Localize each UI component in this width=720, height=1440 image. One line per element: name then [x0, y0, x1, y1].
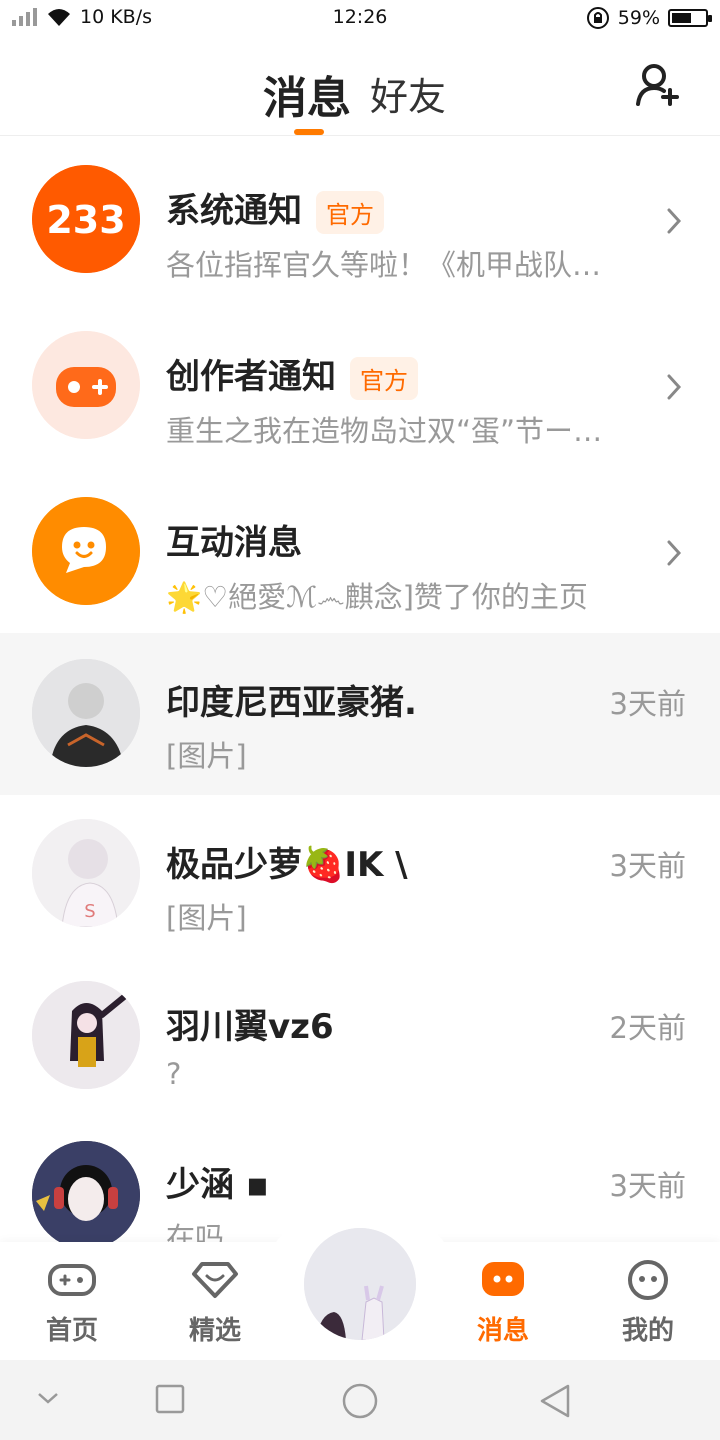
- nav-messages-label: 消息: [476, 1316, 529, 1346]
- item-preview: 重生之我在造物岛过双“蛋”节ー一…: [166, 414, 626, 448]
- contact-name: 印度尼西亚豪猪.: [166, 683, 417, 723]
- item-title-text: 创作者通知: [166, 357, 336, 397]
- tab-messages[interactable]: 消息: [263, 62, 351, 126]
- item-title: 互动消息: [166, 515, 302, 564]
- nav-featured[interactable]: 精选: [170, 1260, 260, 1347]
- conversation-row[interactable]: S 极品少萝🍓IK \ [图片] 3天前: [0, 795, 720, 957]
- item-preview: 🌟♡絕愛ℳ෴麒念]赞了你的主页: [166, 580, 588, 614]
- svg-text:S: S: [84, 901, 95, 922]
- system-nav-bar: [0, 1360, 720, 1440]
- item-title-text: 互动消息: [166, 523, 302, 563]
- logo-233-icon: 233: [32, 165, 140, 273]
- avatar[interactable]: [32, 659, 140, 767]
- message-preview: [图片]: [166, 901, 247, 935]
- nav-home[interactable]: 首页: [27, 1260, 117, 1347]
- battery-icon: [668, 9, 712, 27]
- tab-friends[interactable]: 好友: [370, 66, 446, 121]
- item-preview: 各位指挥官久等啦！《机甲战队…: [166, 248, 602, 282]
- nav-home-label: 首页: [45, 1316, 98, 1346]
- item-title-text: 系统通知: [166, 191, 302, 231]
- message-time: 3天前: [609, 1169, 686, 1203]
- contact-name: 羽川翼vz6: [166, 1007, 334, 1047]
- nav-featured-label: 精选: [188, 1316, 241, 1346]
- back-triangle-icon[interactable]: [538, 1382, 572, 1420]
- contact-name: 极品少萝🍓IK \: [166, 845, 408, 885]
- chevron-right-icon: [667, 540, 682, 566]
- status-bar: 10 KB/s 12:26 59%: [0, 0, 720, 38]
- chat-smile-icon: [32, 497, 140, 605]
- nav-mine-label: 我的: [621, 1316, 674, 1346]
- official-badge: 官方: [316, 191, 384, 234]
- message-preview: [图片]: [166, 739, 247, 773]
- contact-name: 少涵 ▪: [166, 1165, 269, 1205]
- svg-text:233: 233: [46, 198, 125, 242]
- message-time: 3天前: [609, 687, 686, 721]
- message-time: 3天前: [609, 849, 686, 883]
- official-badge: 官方: [350, 357, 418, 400]
- face-icon: [628, 1260, 668, 1300]
- header: 消息 好友: [0, 38, 720, 136]
- list-item-system-notice[interactable]: 233 系统通知 官方 各位指挥官久等啦！《机甲战队…: [0, 137, 720, 299]
- chevron-right-icon: [667, 208, 682, 234]
- chevron-down-icon[interactable]: [36, 1388, 60, 1408]
- rotation-lock-icon: [586, 7, 609, 29]
- nav-mine[interactable]: 我的: [603, 1260, 693, 1347]
- chevron-right-icon: [667, 374, 682, 400]
- message-time: 2天前: [609, 1011, 686, 1045]
- heart-diamond-icon: [192, 1262, 238, 1298]
- conversation-row[interactable]: 印度尼西亚豪猪. [图片] 3天前: [0, 633, 720, 795]
- list-item-interaction[interactable]: 互动消息 🌟♡絕愛ℳ෴麒念]赞了你的主页: [0, 469, 720, 631]
- gamepad-plus-icon: [32, 331, 140, 439]
- conversation-row[interactable]: 羽川翼vz6 ? 2天前: [0, 957, 720, 1119]
- avatar[interactable]: [32, 981, 140, 1089]
- item-title: 系统通知 官方: [166, 183, 384, 234]
- home-circle-icon[interactable]: [341, 1382, 379, 1420]
- chat-bubble-icon: [482, 1262, 524, 1296]
- avatar[interactable]: [32, 1141, 140, 1249]
- battery-percent: 59%: [617, 7, 660, 29]
- recents-square-icon[interactable]: [155, 1384, 185, 1414]
- nav-messages[interactable]: 消息: [458, 1260, 548, 1347]
- status-right: 59%: [586, 6, 712, 30]
- list-item-creator-notice[interactable]: 创作者通知 官方 重生之我在造物岛过双“蛋”节ー一…: [0, 303, 720, 465]
- center-avatar-button[interactable]: [304, 1228, 416, 1340]
- message-preview: ?: [166, 1057, 182, 1091]
- tab-indicator: [294, 129, 324, 135]
- gamepad-icon: [48, 1264, 96, 1296]
- add-user-icon[interactable]: [632, 60, 680, 108]
- avatar[interactable]: S: [32, 819, 140, 927]
- item-title: 创作者通知 官方: [166, 349, 418, 400]
